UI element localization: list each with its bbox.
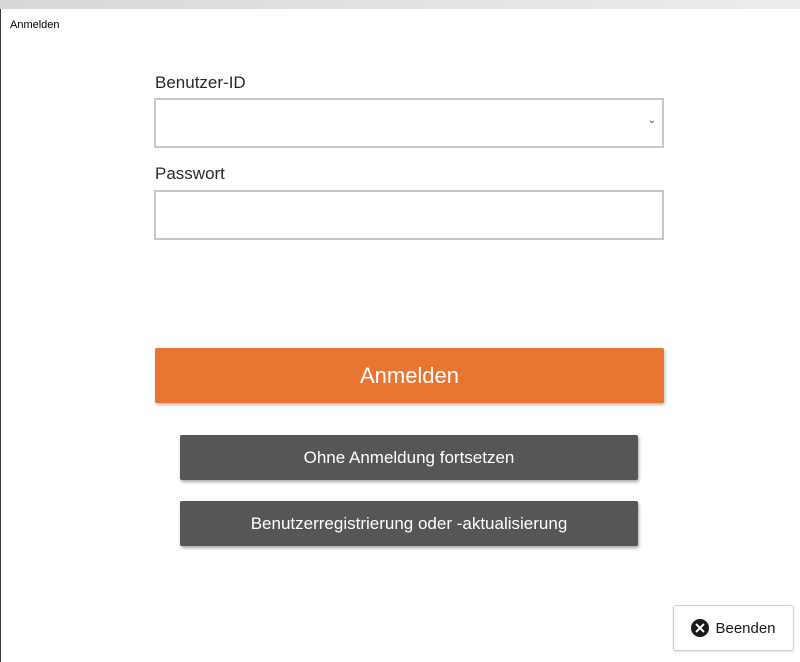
user-registration-button[interactable]: Benutzerregistrierung oder -aktualisieru… [180, 501, 638, 546]
password-label: Passwort [155, 164, 225, 183]
login-window: Anmelden Benutzer-ID ⌄ Passwort Anmelden… [0, 0, 800, 662]
user-id-combobox[interactable]: ⌄ [154, 98, 664, 148]
user-id-input[interactable] [156, 100, 662, 146]
user-id-label: Benutzer-ID [155, 73, 246, 92]
window-left-border [0, 9, 1, 662]
continue-without-login-button[interactable]: Ohne Anmeldung fortsetzen [180, 435, 638, 480]
chevron-down-icon[interactable]: ⌄ [648, 115, 656, 126]
exit-button-label: Beenden [715, 619, 776, 637]
window-top-border [0, 0, 800, 9]
login-button[interactable]: Anmelden [155, 348, 664, 403]
password-input[interactable] [156, 192, 662, 238]
exit-button[interactable]: Beenden [673, 605, 794, 651]
close-circle-icon [691, 619, 710, 637]
password-field[interactable] [154, 190, 664, 240]
window-title: Anmelden [10, 19, 60, 31]
